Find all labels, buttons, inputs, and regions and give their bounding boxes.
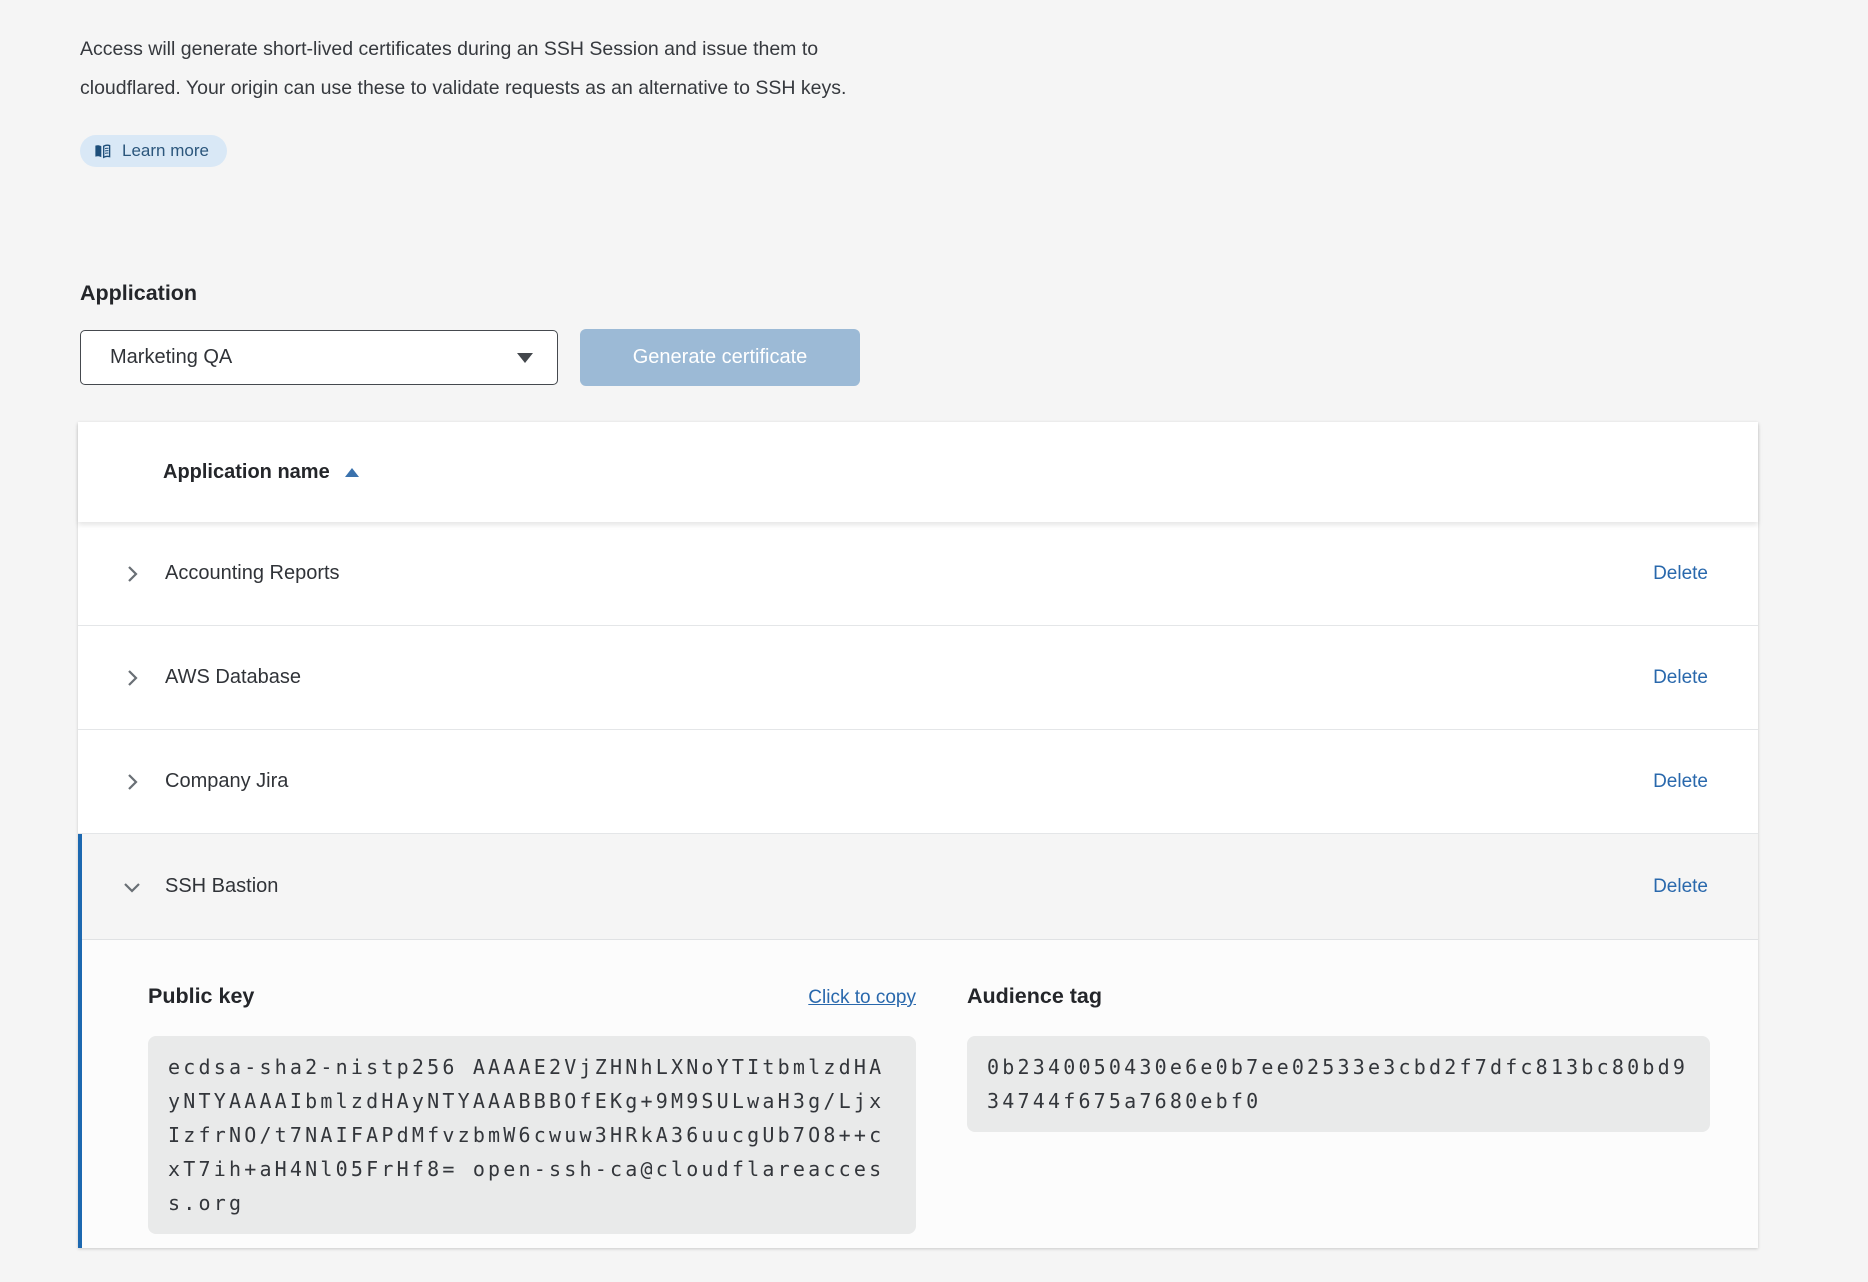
delete-button[interactable]: Delete: [1653, 667, 1708, 689]
table-row[interactable]: AWS Database Delete: [78, 626, 1758, 730]
public-key-section: Public key Click to copy ecdsa-sha2-nist…: [148, 984, 940, 1234]
application-name: AWS Database: [165, 666, 301, 689]
public-key-value: ecdsa-sha2-nistp256 AAAAE2VjZHNhLXNoYTIt…: [148, 1036, 916, 1234]
application-form-row: Marketing QA Generate certificate: [80, 330, 1868, 386]
expanded-row-group: SSH Bastion Delete Public key Click to c…: [78, 834, 1758, 1248]
applications-table: Application name Accounting Reports Dele…: [78, 422, 1758, 1248]
learn-more-button[interactable]: Learn more: [80, 135, 227, 167]
intro-line-2: cloudflared. Your origin can use these t…: [80, 69, 1868, 108]
learn-more-label: Learn more: [122, 141, 209, 161]
application-label: Application: [80, 281, 1868, 306]
audience-tag-label: Audience tag: [967, 984, 1102, 1009]
table-header-row: Application name: [78, 422, 1758, 522]
public-key-label: Public key: [148, 984, 254, 1009]
delete-button[interactable]: Delete: [1653, 563, 1708, 585]
chevron-right-icon[interactable]: [120, 562, 144, 586]
delete-button[interactable]: Delete: [1653, 876, 1708, 898]
application-select-value: Marketing QA: [110, 346, 232, 369]
intro-line-1: Access will generate short-lived certifi…: [80, 30, 1868, 69]
column-header-label: Application name: [163, 461, 330, 484]
table-row[interactable]: Company Jira Delete: [78, 730, 1758, 834]
column-header-application-name[interactable]: Application name: [163, 461, 359, 484]
expanded-row-detail: Public key Click to copy ecdsa-sha2-nist…: [82, 940, 1758, 1248]
chevron-right-icon[interactable]: [120, 666, 144, 690]
application-select[interactable]: Marketing QA: [80, 330, 558, 385]
audience-tag-value: 0b2340050430e6e0b7ee02533e3cbd2f7dfc813b…: [967, 1036, 1710, 1132]
application-name: SSH Bastion: [165, 875, 278, 898]
application-name: Accounting Reports: [165, 562, 340, 585]
sort-ascending-icon[interactable]: [345, 468, 359, 477]
click-to-copy-link[interactable]: Click to copy: [808, 987, 916, 1009]
dropdown-arrow-icon: [517, 353, 533, 363]
delete-button[interactable]: Delete: [1653, 771, 1708, 793]
book-icon: [93, 142, 112, 161]
audience-tag-section: Audience tag 0b2340050430e6e0b7ee02533e3…: [967, 984, 1710, 1234]
chevron-right-icon[interactable]: [120, 770, 144, 794]
table-row[interactable]: Accounting Reports Delete: [78, 522, 1758, 626]
table-row-expanded[interactable]: SSH Bastion Delete: [82, 834, 1758, 940]
application-name: Company Jira: [165, 770, 288, 793]
chevron-down-icon[interactable]: [120, 875, 144, 899]
intro-text: Access will generate short-lived certifi…: [80, 30, 1868, 108]
generate-certificate-button[interactable]: Generate certificate: [580, 329, 860, 386]
